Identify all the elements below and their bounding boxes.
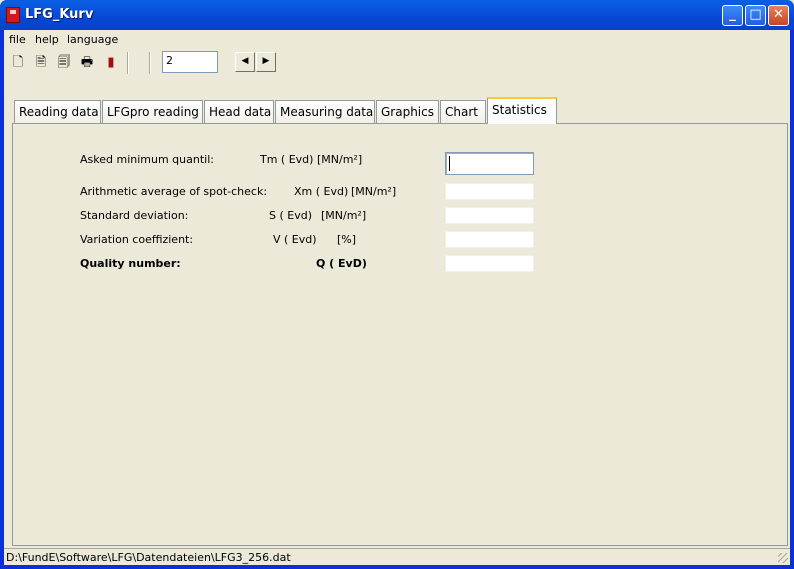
app-logo-icon <box>6 7 20 23</box>
quality-number-label: Quality number: <box>80 257 181 270</box>
menu-help[interactable]: help <box>35 33 59 46</box>
app-window: LFG_Kurv _ □ ✕ file help language 🗋 🗎 🗐 … <box>0 0 794 569</box>
arithmetic-average-symbol: Xm ( Evd) <box>294 185 349 198</box>
toolbar-separator <box>127 52 129 74</box>
asked-minimum-quantil-symbol: Tm ( Evd) <box>260 153 314 166</box>
standard-deviation-label: Standard deviation: <box>80 209 189 222</box>
statistics-panel: Asked minimum quantil: Tm ( Evd) [MN/m²]… <box>12 123 788 546</box>
menu-language[interactable]: language <box>67 33 118 46</box>
tab-graphics[interactable]: Graphics <box>376 100 439 124</box>
toolbar-separator <box>149 52 151 74</box>
tab-chart[interactable]: Chart <box>440 100 486 124</box>
toolbar: 🗋 🗎 🗐 🖶 ▮ <box>4 50 790 76</box>
close-button[interactable]: ✕ <box>768 5 789 26</box>
print-icon[interactable]: 🖶 <box>79 55 95 71</box>
tab-head-data[interactable]: Head data <box>204 100 274 124</box>
arithmetic-average-label: Arithmetic average of spot-check: <box>80 185 268 198</box>
variation-coefficient-symbol: V ( Evd) <box>273 233 317 246</box>
standard-deviation-unit: [MN/m²] <box>321 209 367 222</box>
status-bar: D:\FundE\Software\LFG\Datendateien\LFG3_… <box>4 548 790 565</box>
arithmetic-average-unit: [MN/m²] <box>351 185 397 198</box>
asked-minimum-quantil-unit: [MN/m²] <box>317 153 363 166</box>
record-number-input[interactable]: 2 <box>162 51 218 73</box>
next-record-button[interactable]: ▶ <box>256 52 276 72</box>
tab-statistics[interactable]: Statistics <box>487 97 557 124</box>
tab-measuring-data[interactable]: Measuring data <box>275 100 375 124</box>
asked-minimum-quantil-label: Asked minimum quantil: <box>80 153 214 166</box>
arithmetic-average-field[interactable] <box>445 183 534 200</box>
text-caret <box>449 156 450 171</box>
device-icon[interactable]: ▮ <box>103 55 119 71</box>
resize-grip-icon[interactable] <box>778 553 788 563</box>
asked-minimum-quantil-field[interactable] <box>445 152 534 175</box>
menu-file[interactable]: file <box>9 33 26 46</box>
variation-coefficient-field[interactable] <box>445 231 534 248</box>
variation-coefficient-unit: [%] <box>337 233 357 246</box>
new-file-icon[interactable]: 🗋 <box>10 55 26 71</box>
tab-reading-data[interactable]: Reading data <box>14 100 101 124</box>
standard-deviation-field[interactable] <box>445 207 534 224</box>
standard-deviation-symbol: S ( Evd) <box>269 209 313 222</box>
variation-coefficient-label: Variation coeffizient: <box>80 233 194 246</box>
title-bar[interactable]: LFG_Kurv _ □ ✕ <box>0 0 794 30</box>
quality-number-field[interactable] <box>445 255 534 272</box>
save-file-icon[interactable]: 🗐 <box>56 55 72 71</box>
window-title: LFG_Kurv <box>25 7 94 22</box>
minimize-button[interactable]: _ <box>722 5 743 26</box>
previous-record-button[interactable]: ◀ <box>235 52 255 72</box>
menu-bar: file help language <box>4 30 790 50</box>
client-area: file help language 🗋 🗎 🗐 🖶 ▮ 2 ◀ ▶ Readi… <box>4 30 790 565</box>
maximize-button[interactable]: □ <box>745 5 766 26</box>
open-file-icon[interactable]: 🗎 <box>33 55 49 71</box>
file-path-status: D:\FundE\Software\LFG\Datendateien\LFG3_… <box>6 551 291 564</box>
quality-number-symbol: Q ( EvD) <box>316 257 367 270</box>
tab-lfgpro-reading[interactable]: LFGpro reading <box>102 100 203 124</box>
